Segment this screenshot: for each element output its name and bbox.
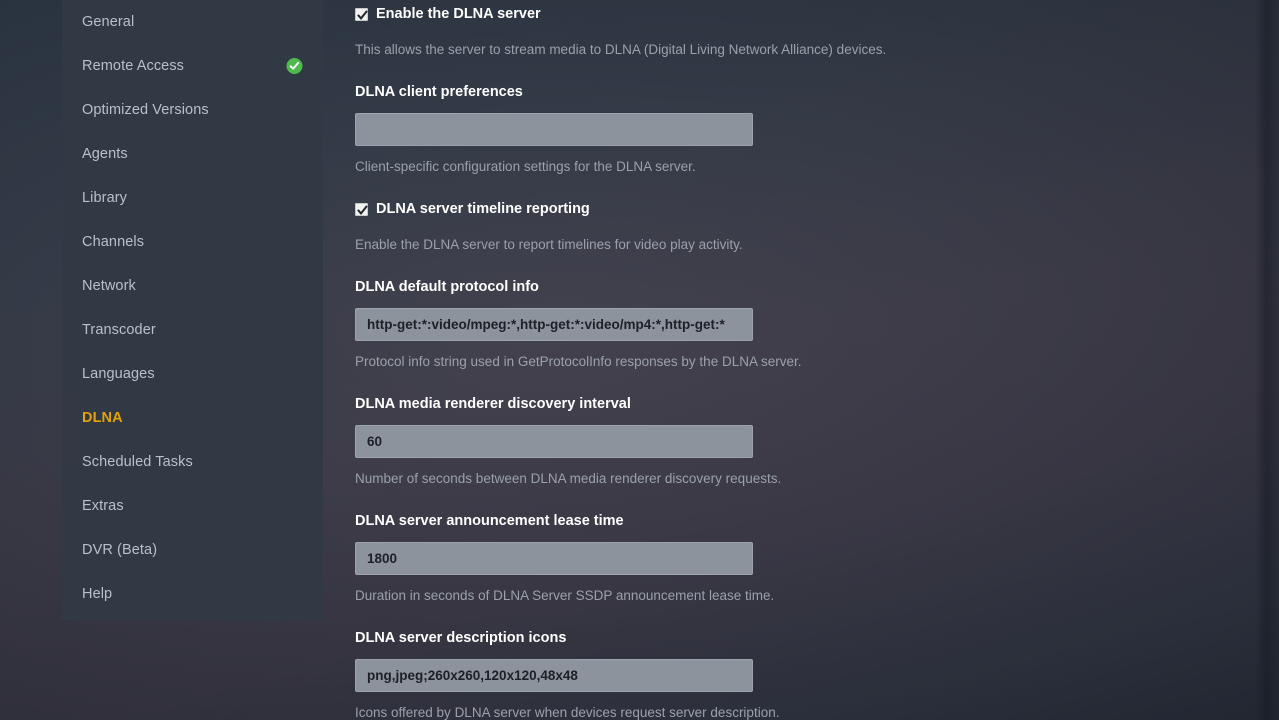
description-icons-description: Icons offered by DLNA server when device… <box>355 705 780 720</box>
sidebar-item-optimized-versions[interactable]: Optimized Versions <box>62 88 323 132</box>
sidebar-item-transcoder[interactable]: Transcoder <box>62 308 323 352</box>
default-protocol-info-input[interactable]: http-get:*:video/mpeg:*,http-get:*:video… <box>355 308 753 341</box>
sidebar-item-label: Scheduled Tasks <box>82 454 193 470</box>
settings-sidebar: General Remote Access Optimized Versions Ag… <box>62 0 323 620</box>
enable-dlna-server-label: Enable the DLNA server <box>376 6 541 22</box>
announcement-lease-time-description: Duration in seconds of DLNA Server SSDP … <box>355 588 775 603</box>
right-edge-shadow <box>1255 0 1279 720</box>
sidebar-item-label: Network <box>82 278 136 294</box>
sidebar-item-scheduled-tasks[interactable]: Scheduled Tasks <box>62 440 323 484</box>
sidebar-item-label: Agents <box>82 146 128 162</box>
sidebar-item-dvr-beta[interactable]: DVR (Beta) <box>62 528 323 572</box>
sidebar-item-label: Channels <box>82 234 145 250</box>
sidebar-item-label: Transcoder <box>82 322 156 338</box>
sidebar-item-library[interactable]: Library <box>62 176 323 220</box>
default-protocol-info-label: DLNA default protocol info <box>355 279 539 295</box>
renderer-discovery-interval-label: DLNA media renderer discovery interval <box>355 396 631 412</box>
sidebar-item-general[interactable]: General <box>62 0 323 44</box>
sidebar-item-label: Optimized Versions <box>82 102 209 118</box>
sidebar-item-agents[interactable]: Agents <box>62 132 323 176</box>
dlna-client-preferences-label: DLNA client preferences <box>355 84 523 100</box>
timeline-reporting-description: Enable the DLNA server to report timelin… <box>355 237 743 252</box>
sidebar-item-label: Help <box>82 586 113 602</box>
sidebar-item-label: Extras <box>82 498 124 514</box>
sidebar-item-channels[interactable]: Channels <box>62 220 323 264</box>
settings-page: General Remote Access Optimized Versions Ag… <box>0 0 1279 720</box>
announcement-lease-time-input[interactable]: 1800 <box>355 542 753 575</box>
dlna-client-preferences-input[interactable] <box>355 113 753 146</box>
renderer-discovery-interval-description: Number of seconds between DLNA media ren… <box>355 471 782 486</box>
sidebar-item-dlna[interactable]: DLNA <box>62 396 323 440</box>
enable-dlna-server-checkbox[interactable] <box>355 8 368 21</box>
timeline-reporting-checkbox[interactable] <box>355 203 368 216</box>
sidebar-item-extras[interactable]: Extras <box>62 484 323 528</box>
sidebar-item-label: Library <box>82 190 128 206</box>
settings-content: Enable the DLNA server This allows the s… <box>355 0 1135 720</box>
description-icons-label: DLNA server description icons <box>355 630 567 646</box>
timeline-reporting-row[interactable]: DLNA server timeline reporting <box>355 201 1135 218</box>
description-icons-input[interactable]: png,jpeg;260x260,120x120,48x48 <box>355 659 753 692</box>
sidebar-item-languages[interactable]: Languages <box>62 352 323 396</box>
sidebar-item-label: DLNA <box>82 410 123 426</box>
dlna-client-preferences-description: Client-specific configuration settings f… <box>355 159 696 174</box>
announcement-lease-time-label: DLNA server announcement lease time <box>355 513 624 529</box>
enable-dlna-server-description: This allows the server to stream media t… <box>355 42 887 57</box>
check-circle-icon <box>286 58 303 75</box>
sidebar-item-label: Languages <box>82 366 155 382</box>
sidebar-item-label: Remote Access <box>82 58 185 74</box>
sidebar-item-remote-access[interactable]: Remote Access <box>62 44 323 88</box>
enable-dlna-server-row[interactable]: Enable the DLNA server <box>355 6 1135 23</box>
timeline-reporting-label: DLNA server timeline reporting <box>376 201 590 217</box>
renderer-discovery-interval-input[interactable]: 60 <box>355 425 753 458</box>
sidebar-item-network[interactable]: Network <box>62 264 323 308</box>
sidebar-item-label: DVR (Beta) <box>82 542 158 558</box>
sidebar-item-label: General <box>82 14 135 30</box>
default-protocol-info-description: Protocol info string used in GetProtocol… <box>355 354 802 369</box>
sidebar-item-help[interactable]: Help <box>62 572 323 616</box>
